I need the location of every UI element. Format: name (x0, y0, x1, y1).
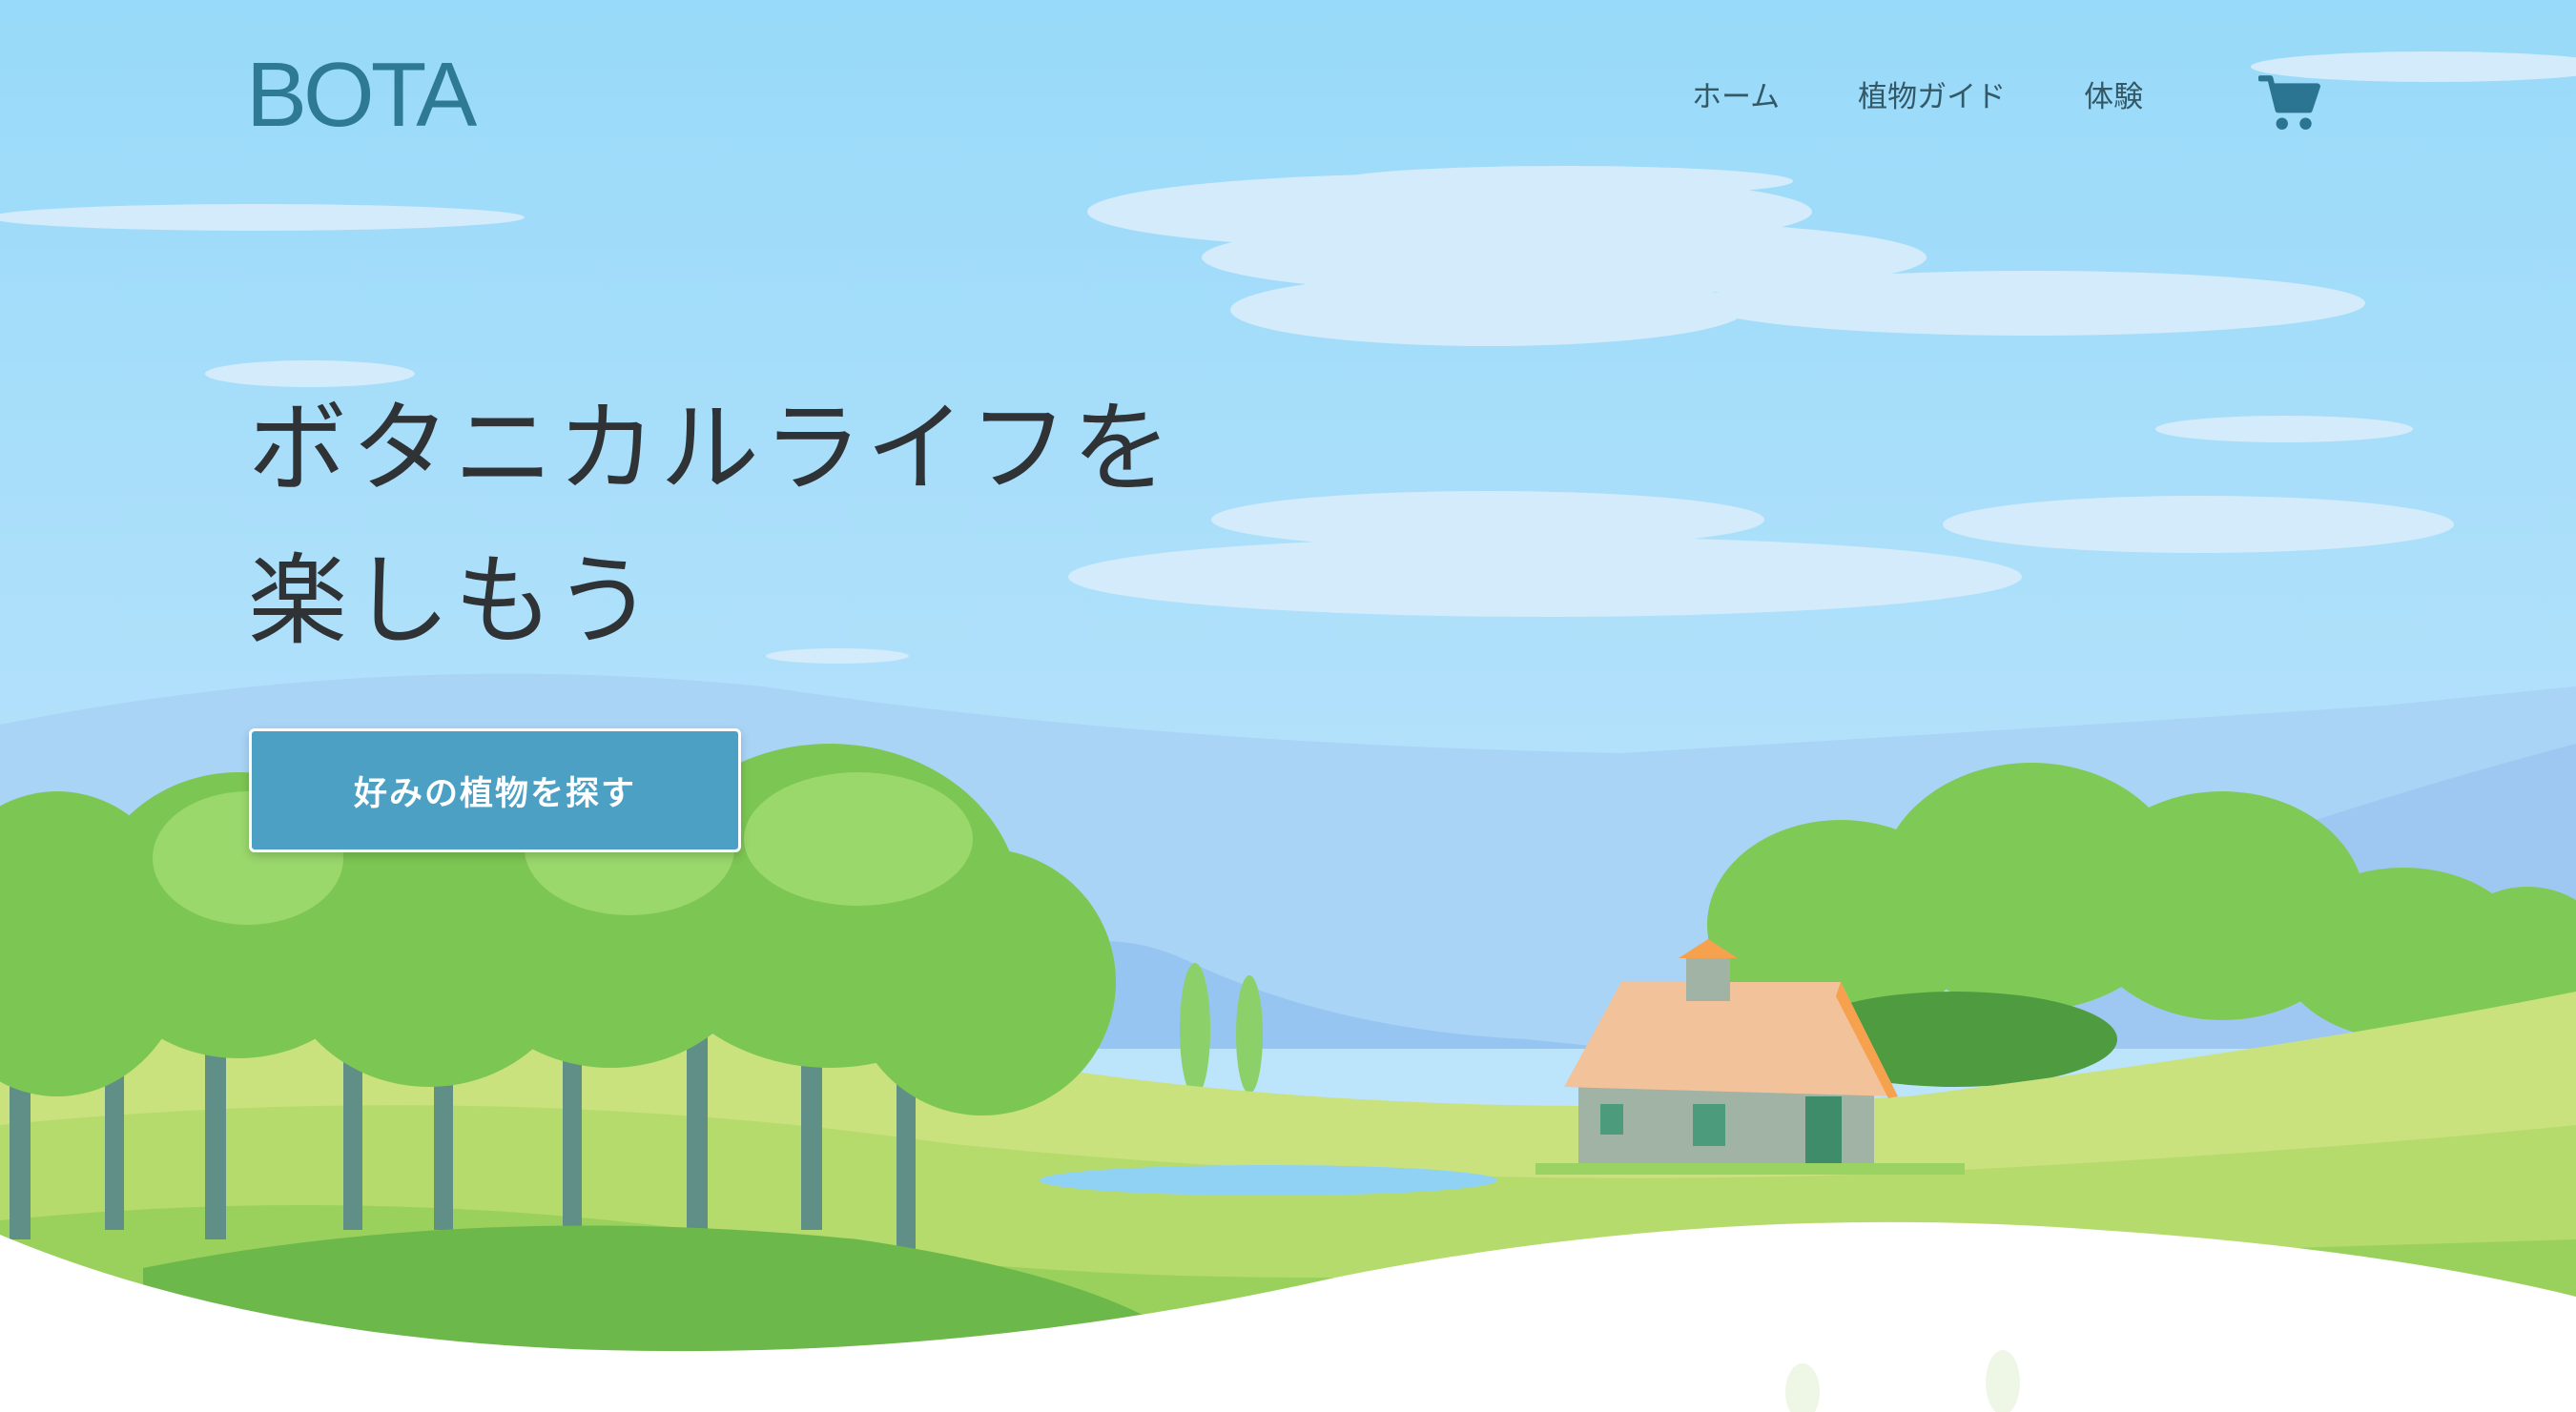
find-plants-button[interactable]: 好みの植物を探す (249, 728, 741, 852)
nav-item-experience[interactable]: 体験 (2084, 80, 2143, 115)
shopping-cart-icon[interactable] (2258, 71, 2321, 133)
lake (1040, 1165, 1497, 1196)
brand-logo[interactable]: BOTA (246, 50, 477, 141)
hero-title-line-2: 楽しもう (248, 542, 657, 659)
page: BOTA ホーム 植物ガイド 体験 ボタニカルライフを 楽しもう 好みの植物を探… (0, 0, 2576, 1412)
hero-landscape-illustration (0, 0, 2576, 1412)
hero-title: ボタニカルライフを 楽しもう (248, 372, 1175, 677)
nav-item-home[interactable]: ホーム (1692, 80, 1780, 115)
nav-item-plant-guide[interactable]: 植物ガイド (1858, 80, 2006, 115)
site-header: BOTA ホーム 植物ガイド 体験 (0, 0, 2576, 210)
main-nav: ホーム 植物ガイド 体験 (1692, 80, 2143, 115)
hero-title-line-1: ボタニカルライフを (248, 390, 1176, 506)
